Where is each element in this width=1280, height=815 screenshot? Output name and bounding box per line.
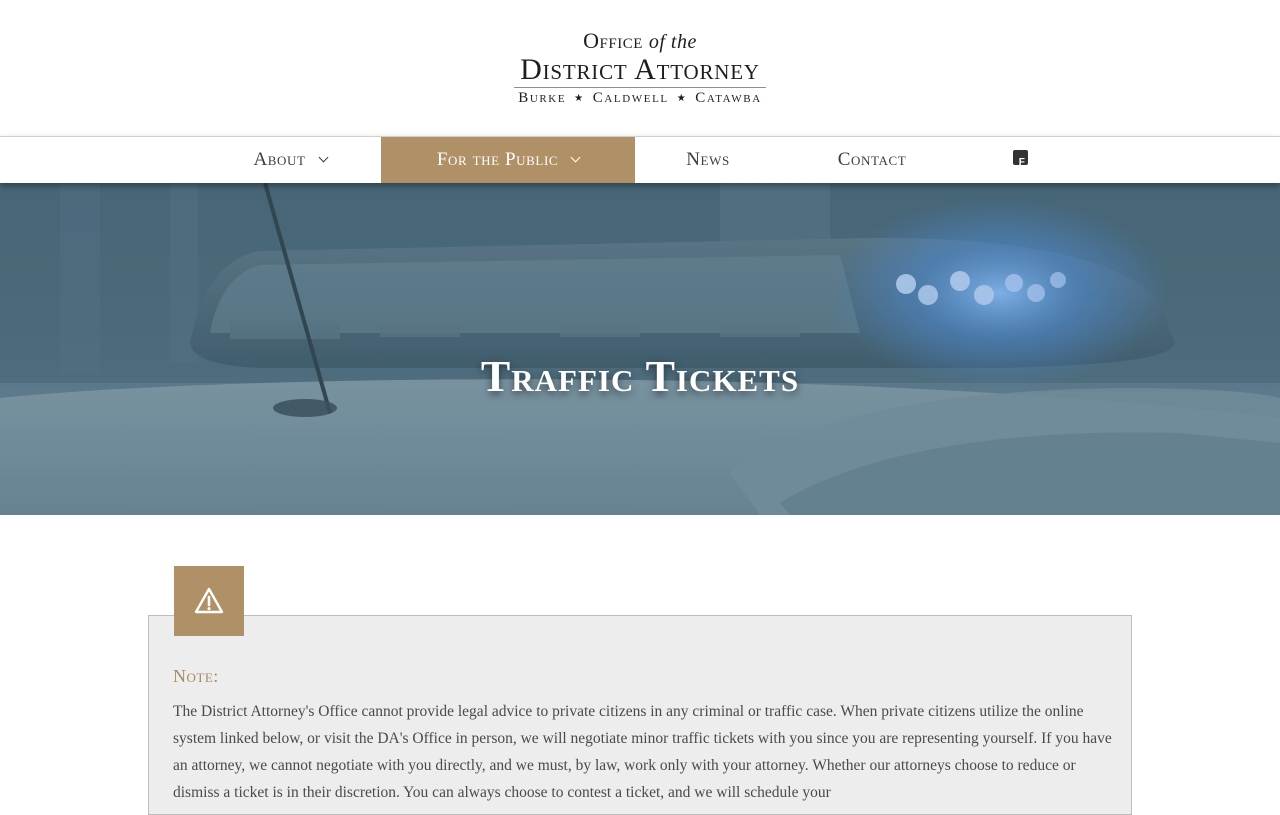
- page-title: Traffic Tickets: [480, 352, 800, 402]
- nav-item-contact[interactable]: Contact: [781, 137, 963, 183]
- nav-item-for-the-public[interactable]: For the Public: [381, 137, 635, 183]
- logo-of-the: of the: [648, 31, 697, 53]
- logo-office-word: Office: [583, 28, 643, 53]
- logo-district-attorney: District Attorney: [520, 53, 760, 86]
- note-text: The District Attorney's Office cannot pr…: [173, 703, 1112, 801]
- nav-item-news[interactable]: News: [635, 137, 781, 183]
- nav-item-label: For the Public: [436, 149, 559, 170]
- note-icon-badge: [174, 566, 244, 636]
- nav-item-about[interactable]: About: [200, 137, 380, 183]
- star-icon: ★: [676, 93, 688, 104]
- hero-banner: Traffic Tickets: [0, 183, 1280, 515]
- star-icon: ★: [574, 93, 585, 104]
- site-header: Office of the District Attorney Burke ★ Ca…: [0, 0, 1280, 137]
- note-box: Note: The District Attorney's Office can…: [148, 615, 1132, 815]
- nav-item-label: About: [253, 149, 306, 170]
- note-label: Note:: [173, 666, 219, 686]
- nav-item-label: Contact: [837, 149, 907, 170]
- warning-icon: [194, 587, 224, 614]
- logo-county-burke: Burke: [518, 90, 567, 106]
- police-car-lightbar-photo: [0, 183, 1280, 515]
- logo-counties: Burke ★ Caldwell ★ Catawba: [488, 89, 792, 109]
- logo-divider: [514, 87, 766, 88]
- nav-item-label: News: [686, 149, 730, 170]
- logo-office-line: Office of the: [488, 28, 792, 55]
- logo-county-catawba: Catawba: [695, 90, 762, 106]
- facebook-glyph: f: [1018, 151, 1026, 165]
- chevron-down-icon: [570, 152, 581, 162]
- chevron-down-icon: [318, 152, 328, 162]
- site-logo[interactable]: Office of the District Attorney Burke ★ Ca…: [488, 28, 792, 108]
- facebook-link[interactable]: f: [1008, 137, 1032, 183]
- logo-county-caldwell: Caldwell: [592, 90, 669, 106]
- main-navigation: About For the Public News Contact f: [0, 136, 1280, 183]
- facebook-icon: f: [1012, 149, 1028, 165]
